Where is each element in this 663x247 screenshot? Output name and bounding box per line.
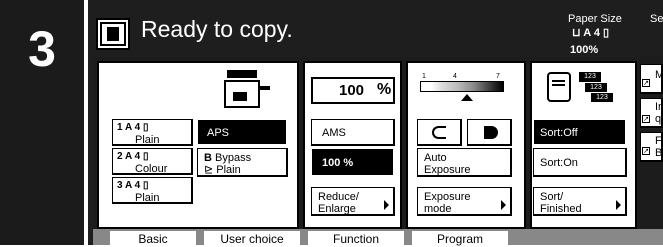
paper-type: Plain bbox=[135, 134, 160, 146]
paper-size-label: Paper Size bbox=[568, 13, 622, 25]
side-button-label: In bbox=[655, 101, 663, 113]
copy-icon bbox=[96, 18, 130, 50]
zoom-unit: % bbox=[377, 81, 392, 98]
side-button-3[interactable]: ↗ F B bbox=[640, 132, 663, 162]
portrait-icon: ▯ bbox=[599, 27, 610, 39]
sort-icon: 123 123 123 bbox=[547, 72, 617, 104]
sort-finished-label-1: Sort/ bbox=[540, 191, 564, 203]
exposure-scale bbox=[420, 81, 504, 92]
zoom-100-label: 100 % bbox=[322, 157, 354, 169]
tray-icon: ⊔ bbox=[572, 27, 584, 39]
se-label: Se bbox=[650, 13, 663, 25]
reduce-enlarge-button[interactable]: Reduce/ Enlarge bbox=[311, 187, 395, 216]
sort-finished-label-2: Finished bbox=[540, 203, 582, 215]
reduce-label-1: Reduce/ bbox=[318, 191, 359, 203]
auto-exposure-label-2: Exposure bbox=[424, 164, 471, 176]
zoom-100-button[interactable]: 100 % bbox=[311, 148, 395, 177]
ams-label: AMS bbox=[322, 127, 346, 139]
paper-button-1[interactable]: 1 A 4 ▯ Plain bbox=[112, 119, 193, 146]
sort-on-label: Sort:On bbox=[540, 157, 578, 169]
zoom-value: 100% bbox=[570, 44, 599, 56]
side-button-2[interactable]: ↗ In q bbox=[640, 98, 663, 128]
more-arrow-icon bbox=[384, 200, 389, 210]
paper-button-2[interactable]: 2 A 4 ▯ Colour bbox=[112, 148, 193, 175]
auto-exposure-label-1: Auto bbox=[424, 152, 447, 164]
bypass-type: ⊵ Plain bbox=[204, 164, 241, 176]
paper-size-value: ⊔ A 4 ▯ bbox=[572, 26, 609, 39]
side-button-label-2: B bbox=[655, 147, 663, 159]
arrow-icon: ↗ bbox=[642, 79, 650, 87]
sort-off-label: Sort:Off bbox=[540, 127, 578, 139]
exposure-mode-label-1: Exposure bbox=[424, 191, 471, 203]
exposure-indicator-icon bbox=[461, 94, 473, 101]
paper-button-label: 1 A 4 ▯ bbox=[117, 122, 149, 133]
aps-label: APS bbox=[207, 127, 230, 139]
zoom-display: 100 % bbox=[311, 77, 395, 104]
paper-button-label: 3 A 4 ▯ bbox=[117, 180, 149, 191]
sort-on-button[interactable]: Sort:On bbox=[533, 148, 627, 177]
paper-button-label: 2 A 4 ▯ bbox=[117, 151, 149, 162]
auto-exposure-button[interactable]: Auto Exposure bbox=[417, 148, 512, 177]
paper-size-text: A 4 bbox=[583, 27, 600, 39]
side-button-1[interactable]: ↗ M bbox=[640, 64, 663, 94]
step-number: 3 bbox=[28, 21, 56, 77]
scale-max: 7 bbox=[496, 73, 500, 80]
lighter-icon bbox=[432, 126, 446, 139]
arrow-icon: ↗ bbox=[642, 147, 650, 155]
side-button-label: M bbox=[655, 69, 663, 81]
scale-mid: 4 bbox=[453, 73, 457, 80]
bypass-label: B Bypass bbox=[204, 152, 252, 164]
zoom-number: 100 bbox=[339, 82, 365, 99]
more-arrow-icon bbox=[616, 200, 621, 210]
status-text: Ready to copy. bbox=[141, 16, 293, 42]
arrow-icon: ↗ bbox=[642, 115, 650, 123]
paper-type: Colour bbox=[135, 163, 168, 175]
exposure-darker-button[interactable] bbox=[467, 119, 512, 146]
bypass-icon: ⊵ bbox=[204, 164, 214, 176]
side-button-label-2: q bbox=[655, 113, 662, 125]
darker-icon bbox=[484, 126, 498, 139]
bypass-button[interactable]: B Bypass ⊵ Plain bbox=[197, 148, 288, 177]
ams-button[interactable]: AMS bbox=[311, 119, 395, 146]
scale-min: 1 bbox=[422, 73, 426, 80]
exposure-mode-button[interactable]: Exposure mode bbox=[417, 187, 512, 216]
paper-type: Plain bbox=[135, 192, 160, 204]
more-arrow-icon bbox=[501, 200, 506, 210]
sort-off-button[interactable]: Sort:Off bbox=[533, 119, 627, 146]
paper-button-3[interactable]: 3 A 4 ▯ Plain bbox=[112, 177, 193, 204]
side-button-label: F bbox=[655, 135, 662, 147]
copier-icon bbox=[224, 70, 270, 110]
reduce-label-2: Enlarge bbox=[318, 203, 356, 215]
exposure-lighter-button[interactable] bbox=[417, 119, 462, 146]
aps-button[interactable]: APS bbox=[197, 119, 288, 146]
exposure-mode-label-2: mode bbox=[424, 203, 452, 215]
sort-finished-button[interactable]: Sort/ Finished bbox=[533, 187, 627, 216]
